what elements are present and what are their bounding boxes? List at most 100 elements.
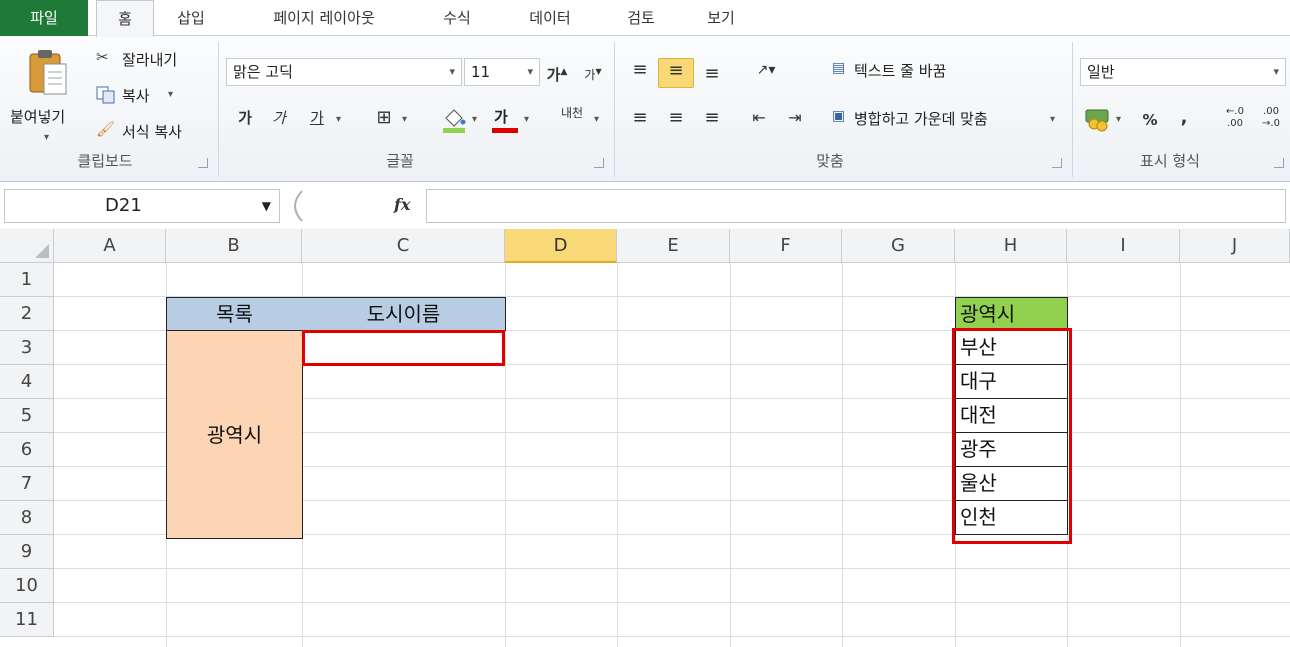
increase-indent-icon[interactable]: ⇥ (782, 106, 808, 130)
chevron-down-icon[interactable]: ▾ (402, 114, 407, 125)
gridline (730, 263, 731, 647)
comma-button[interactable]: , (1174, 106, 1194, 130)
borders-icon[interactable]: ⊞ (370, 106, 398, 130)
tab-data[interactable]: 데이터 (512, 0, 588, 36)
tab-file[interactable]: 파일 (0, 0, 88, 36)
accounting-format-button[interactable]: ▾ (1084, 106, 1130, 134)
font-name-combo[interactable]: 맑은 고딕 ▾ (226, 58, 462, 86)
group-label-clipboard: 클립보드 (77, 152, 133, 170)
font-color-button[interactable]: 가 (490, 106, 520, 134)
format-painter-label: 서식 복사 (122, 123, 182, 141)
column-header-f[interactable]: F (730, 229, 842, 263)
tab-insert[interactable]: 삽입 (162, 0, 220, 36)
group-divider (614, 42, 615, 177)
chevron-down-icon: ▾ (1116, 114, 1122, 125)
select-all-corner[interactable] (0, 229, 54, 263)
font-launcher-icon[interactable] (594, 158, 604, 168)
tab-formulas[interactable]: 수식 (428, 0, 486, 36)
format-painter-button[interactable]: 🖌 서식 복사 (96, 120, 211, 146)
formula-input[interactable] (426, 189, 1286, 223)
cell-c2[interactable]: 도시이름 (302, 297, 506, 331)
chevron-down-icon[interactable]: ▾ (336, 114, 341, 125)
chevron-down-icon: ▾ (1273, 65, 1279, 78)
column-header-b[interactable]: B (166, 229, 302, 263)
row-header-3[interactable]: 3 (0, 331, 54, 365)
insert-function-icon[interactable]: fx (394, 195, 410, 214)
gridline (617, 263, 618, 647)
font-size-combo[interactable]: 11 ▾ (464, 58, 540, 86)
column-header-h[interactable]: H (955, 229, 1067, 263)
cell-b3-merged[interactable]: 광역시 (166, 330, 303, 539)
chevron-down-icon[interactable]: ▼ (262, 190, 271, 222)
copy-icon (96, 86, 115, 104)
tab-review[interactable]: 검토 (612, 0, 670, 36)
cell-h2[interactable]: 광역시 (955, 297, 1068, 331)
row-header-6[interactable]: 6 (0, 433, 54, 467)
chevron-down-icon[interactable]: ▾ (594, 114, 599, 125)
row-header-2[interactable]: 2 (0, 297, 54, 331)
column-header-i[interactable]: I (1067, 229, 1180, 263)
percent-button[interactable]: % (1138, 108, 1162, 132)
align-bottom-icon[interactable]: ≡ (698, 62, 726, 86)
column-header-e[interactable]: E (617, 229, 730, 263)
align-right-icon[interactable]: ≡ (698, 106, 726, 130)
name-box[interactable]: D21 ▼ (4, 189, 280, 223)
chevron-down-icon[interactable]: ▾ (472, 114, 477, 125)
row-header-7[interactable]: 7 (0, 467, 54, 501)
paste-button[interactable]: 붙여넣기 ▾ (6, 44, 90, 144)
row-header-1[interactable]: 1 (0, 263, 54, 297)
font-name-value: 맑은 고딕 (233, 63, 293, 81)
clipboard-launcher-icon[interactable] (198, 158, 208, 168)
fill-color-button[interactable] (440, 106, 468, 134)
row-header-10[interactable]: 10 (0, 569, 54, 603)
row-header-5[interactable]: 5 (0, 399, 54, 433)
number-format-combo[interactable]: 일반 ▾ (1080, 58, 1286, 86)
increase-decimal-button[interactable]: ←.0 .00 (1220, 106, 1250, 130)
column-header-c[interactable]: C (302, 229, 505, 263)
ribbon-tab-bar: 파일 홈 삽입 페이지 레이아웃 수식 데이터 검토 보기 (0, 0, 1290, 37)
formula-bar: D21 ▼ fx (0, 188, 1290, 224)
formula-buttons: fx (282, 189, 424, 223)
gridline (54, 568, 1290, 569)
worksheet-grid: A B C D E F G H I J 1 2 3 4 5 6 7 8 9 10… (0, 229, 1290, 647)
tab-view[interactable]: 보기 (692, 0, 750, 36)
align-left-icon[interactable]: ≡ (626, 106, 654, 130)
decrease-decimal-button[interactable]: .00 →.0 (1256, 106, 1286, 130)
group-divider (1072, 42, 1073, 177)
ribbon: 붙여넣기 ▾ ✂ 잘라내기 복사 ▾ 🖌 서식 복사 클립보드 맑은 고딕 ▾ … (0, 36, 1290, 182)
align-center-icon[interactable]: ≡ (662, 106, 690, 130)
number-launcher-icon[interactable] (1274, 158, 1284, 168)
cell-b3-text: 광역시 (206, 422, 263, 447)
tab-page-layout[interactable]: 페이지 레이아웃 (240, 0, 408, 36)
copy-button[interactable]: 복사 ▾ (96, 84, 196, 110)
column-header-d[interactable]: D (505, 229, 617, 263)
italic-button[interactable]: 가 (266, 106, 292, 130)
cell-b2[interactable]: 목록 (166, 297, 303, 331)
row-header-11[interactable]: 11 (0, 603, 54, 637)
merge-center-button[interactable]: ▣ 병합하고 가운데 맞춤 ▾ (832, 106, 1064, 134)
row-header-9[interactable]: 9 (0, 535, 54, 569)
formula-bar-handle-icon[interactable] (284, 189, 308, 223)
underline-button[interactable]: 가 (302, 106, 332, 130)
wrap-text-button[interactable]: ▤ 텍스트 줄 바꿈 (832, 58, 1012, 86)
row-header-4[interactable]: 4 (0, 365, 54, 399)
cut-button[interactable]: ✂ 잘라내기 (96, 48, 206, 74)
group-divider (218, 42, 219, 177)
column-header-a[interactable]: A (54, 229, 166, 263)
shrink-font-button[interactable]: 가▼ (580, 60, 606, 87)
chevron-down-icon[interactable]: ▾ (524, 114, 529, 125)
alignment-launcher-icon[interactable] (1052, 158, 1062, 168)
highlight-box-c3 (302, 330, 505, 366)
grow-font-glyph: 가 (546, 66, 561, 84)
grow-font-button[interactable]: 가▲ (544, 60, 570, 87)
phonetic-guide-button[interactable]: 내천 (552, 106, 592, 120)
tab-home[interactable]: 홈 (96, 0, 154, 37)
decrease-indent-icon[interactable]: ⇤ (746, 106, 772, 130)
align-top-icon[interactable]: ≡ (626, 58, 654, 82)
column-header-j[interactable]: J (1180, 229, 1290, 263)
row-header-8[interactable]: 8 (0, 501, 54, 535)
bold-button[interactable]: 가 (232, 106, 258, 130)
orientation-icon[interactable]: ↗▾ (746, 58, 786, 82)
column-header-g[interactable]: G (842, 229, 955, 263)
align-middle-icon[interactable]: ≡ (658, 58, 694, 88)
